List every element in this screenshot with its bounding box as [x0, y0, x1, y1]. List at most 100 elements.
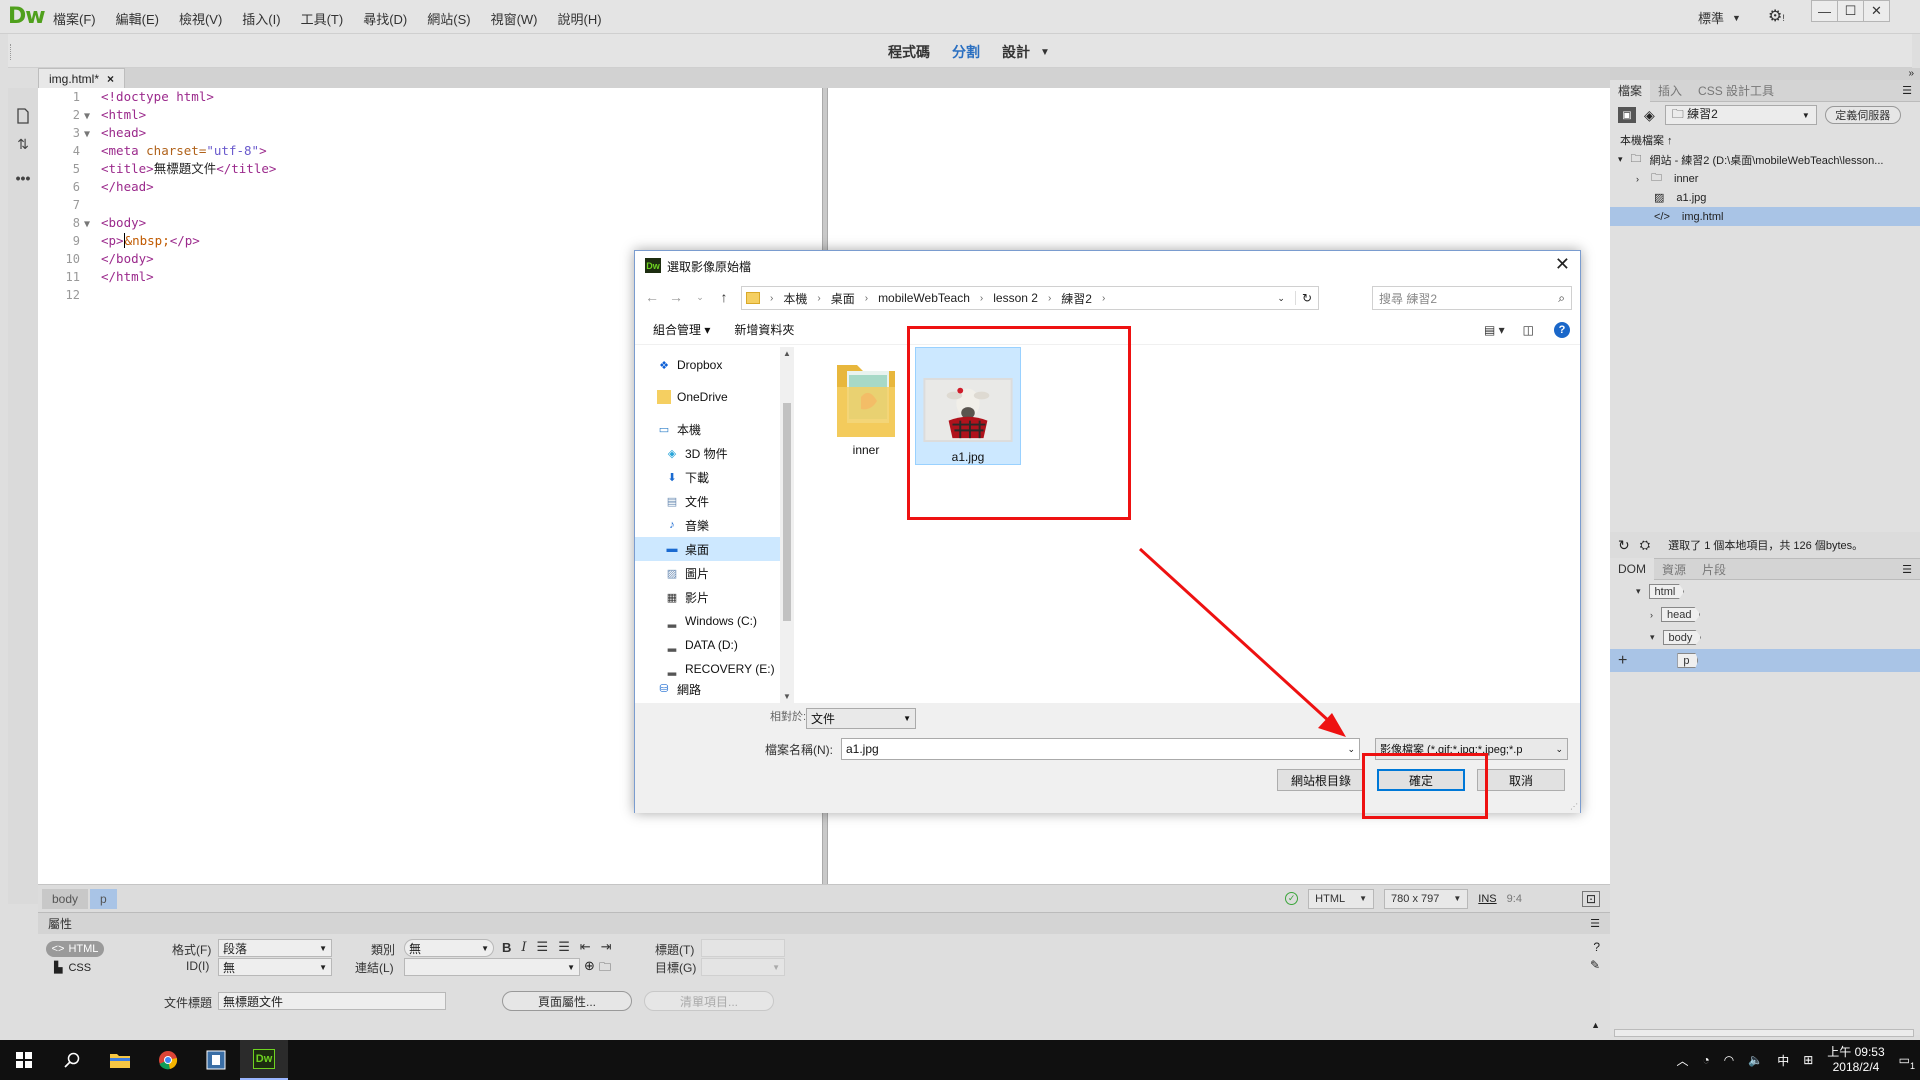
search-input[interactable]: 搜尋 練習2 ⌕ — [1372, 286, 1572, 310]
menu-view[interactable]: 檢視(V) — [179, 9, 222, 28]
tab-files[interactable]: 檔案 — [1610, 79, 1651, 102]
tab-css-designer[interactable]: CSS 設計工具 — [1690, 80, 1782, 102]
volume-icon[interactable]: 🔈 — [1748, 1053, 1763, 1067]
nav-item-drive-c[interactable]: ▂ Windows (C:) — [635, 609, 783, 633]
scroll-up-icon[interactable]: ▲ — [783, 349, 791, 358]
refresh-icon[interactable]: ↻ — [1618, 537, 1630, 554]
forward-arrow-icon[interactable]: → — [665, 286, 687, 308]
scrollbar-thumb[interactable] — [783, 403, 791, 621]
ordered-list-icon[interactable]: ☰ — [558, 939, 570, 955]
nav-item-pictures[interactable]: ▨ 圖片 — [635, 561, 783, 585]
tab-snippets[interactable]: 片段 — [1694, 558, 1734, 580]
scroll-down-icon[interactable]: ▼ — [783, 692, 791, 701]
chevron-up-icon[interactable]: ︿ — [1677, 1052, 1689, 1069]
insert-mode-indicator[interactable]: INS — [1478, 893, 1496, 905]
minimize-button[interactable]: — — [1811, 0, 1838, 22]
dom-node-p[interactable]: + p — [1610, 649, 1920, 672]
back-arrow-icon[interactable]: ← — [641, 286, 663, 308]
preview-pane-icon[interactable]: ◫ — [1523, 323, 1534, 337]
browse-folder-icon[interactable]: 🗀 — [599, 958, 611, 979]
chevron-right-icon[interactable]: › — [1650, 610, 1653, 620]
tab-assets[interactable]: 資源 — [1654, 558, 1694, 580]
nav-item-videos[interactable]: ▦ 影片 — [635, 585, 783, 609]
help-icon[interactable]: ? — [1554, 321, 1570, 338]
sync-icon[interactable]: ◈ — [1644, 107, 1655, 124]
class-select[interactable]: 無 ▼ — [404, 939, 494, 957]
new-folder-button[interactable]: 新增資料夾 — [734, 321, 794, 338]
tab-dom[interactable]: DOM — [1610, 558, 1654, 580]
nav-item-documents[interactable]: ▤ 文件 — [635, 489, 783, 513]
split-view-button[interactable]: 分割 — [952, 42, 980, 62]
horizontal-scrollbar[interactable] — [1614, 1029, 1914, 1037]
bold-button[interactable]: B — [502, 940, 511, 955]
workspace-layout-select[interactable]: 標準 ▼ — [1698, 8, 1741, 27]
tree-row-img-html[interactable]: </> img.html — [1610, 207, 1920, 226]
chevron-down-icon[interactable]: ▾ — [1650, 632, 1655, 643]
tab-insert[interactable]: 插入 — [1650, 80, 1690, 102]
nav-item-drive-e[interactable]: ▂ RECOVERY (E:) — [635, 657, 783, 681]
menu-insert[interactable]: 插入(I) — [242, 9, 280, 28]
view-options-icon[interactable]: ▤ ▾ — [1484, 323, 1505, 337]
local-files-header[interactable]: 本機檔案 ↑ — [1620, 132, 1673, 148]
list-items-button[interactable]: 清單項目... — [644, 991, 774, 1011]
breadcrumb[interactable]: › 本機 › 桌面 › mobileWebTeach › lesson 2 › … — [741, 286, 1319, 310]
help-icon[interactable]: ? — [1593, 940, 1600, 954]
tree-row-inner[interactable]: › 🗀 inner — [1610, 169, 1920, 188]
tree-row-a1-jpg[interactable]: ▨ a1.jpg — [1610, 188, 1920, 207]
chevron-down-icon[interactable]: ▼ — [1040, 47, 1050, 58]
breadcrumb-practice2[interactable]: 練習2 — [1061, 290, 1092, 307]
nav-item-dropbox[interactable]: ❖ Dropbox — [635, 353, 783, 377]
breadcrumb-this-pc[interactable]: 本機 — [783, 290, 807, 307]
nav-item-desktop[interactable]: ▬ 桌面 — [635, 537, 783, 561]
quick-tag-editor-icon[interactable]: ✎ — [1590, 958, 1600, 972]
html-mode-toggle[interactable]: <> HTML — [46, 941, 104, 957]
up-arrow-icon[interactable]: ↑ — [713, 286, 735, 308]
window-size-select[interactable]: 780 x 797 ▼ — [1384, 888, 1469, 909]
chevron-down-icon[interactable]: ▾ — [1636, 586, 1641, 597]
link-input[interactable]: ▼ — [404, 958, 580, 976]
file-explorer-icon[interactable] — [96, 1040, 144, 1080]
nav-scrollbar[interactable]: ▲ ▼ — [780, 347, 794, 703]
dreamweaver-taskbar-icon[interactable]: Dw — [240, 1040, 288, 1080]
page-properties-button[interactable]: 頁面屬性... — [502, 991, 632, 1011]
panel-menu-icon[interactable]: ☰ — [1902, 563, 1912, 576]
document-title-input[interactable]: 無標題文件 — [218, 992, 446, 1010]
add-element-icon[interactable]: + — [1618, 652, 1627, 670]
nav-item-onedrive[interactable]: OneDrive — [635, 385, 783, 409]
design-view-button[interactable]: 設計 — [1002, 42, 1030, 62]
site-select[interactable]: 🗀 練習2 ▼ — [1664, 105, 1817, 125]
filename-input[interactable]: a1.jpg ⌄ — [841, 738, 1360, 760]
menu-edit[interactable]: 編輯(E) — [116, 9, 159, 28]
unordered-list-icon[interactable]: ☰ — [537, 939, 549, 955]
dom-node-html[interactable]: ▾ html — [1610, 580, 1920, 603]
tag-crumb-p[interactable]: p — [90, 888, 117, 909]
menu-help[interactable]: 說明(H) — [558, 9, 602, 28]
expand-panels-icon[interactable]: » — [1908, 68, 1914, 79]
keyboard-icon[interactable]: ⊞ — [1803, 1053, 1813, 1067]
outdent-icon[interactable]: ⇤ — [580, 939, 591, 955]
breadcrumb-desktop[interactable]: 桌面 — [831, 290, 855, 307]
css-mode-toggle[interactable]: ▙ CSS — [54, 961, 91, 975]
format-select[interactable]: 段落 ▼ — [218, 939, 332, 957]
wifi-icon[interactable]: ◠ — [1724, 1053, 1734, 1067]
tree-row-site-root[interactable]: ▾ 🗀 網站 - 練習2 (D:\桌面\mobileWebTeach\lesso… — [1610, 150, 1920, 169]
file-item-inner-folder[interactable]: inner — [813, 353, 919, 469]
close-button[interactable]: ✕ — [1863, 0, 1890, 22]
breadcrumb-lesson2[interactable]: lesson 2 — [993, 291, 1038, 305]
close-icon[interactable]: × — [107, 72, 114, 86]
menu-tools[interactable]: 工具(T) — [301, 9, 344, 28]
tag-crumb-body[interactable]: body — [42, 888, 89, 909]
title-input[interactable] — [701, 939, 785, 957]
open-documents-icon[interactable] — [8, 102, 38, 130]
dom-node-head[interactable]: › head — [1610, 603, 1920, 626]
panel-menu-icon[interactable]: ☰ — [1590, 917, 1600, 930]
notification-icon[interactable]: ▭ 1 — [1899, 1053, 1915, 1071]
maximize-button[interactable]: ☐ — [1837, 0, 1864, 22]
nav-item-drive-d[interactable]: ▂ DATA (D:) — [635, 633, 783, 657]
windows-start-icon[interactable] — [0, 1040, 48, 1080]
recent-chevron-icon[interactable]: ⌄ — [689, 286, 711, 308]
cancel-button[interactable]: 取消 — [1477, 769, 1565, 791]
menu-window[interactable]: 視窗(W) — [491, 9, 538, 28]
clock[interactable]: 上午 09:53 2018/2/4 — [1827, 1045, 1884, 1075]
nav-item-this-pc[interactable]: ▭ 本機 — [635, 417, 783, 441]
